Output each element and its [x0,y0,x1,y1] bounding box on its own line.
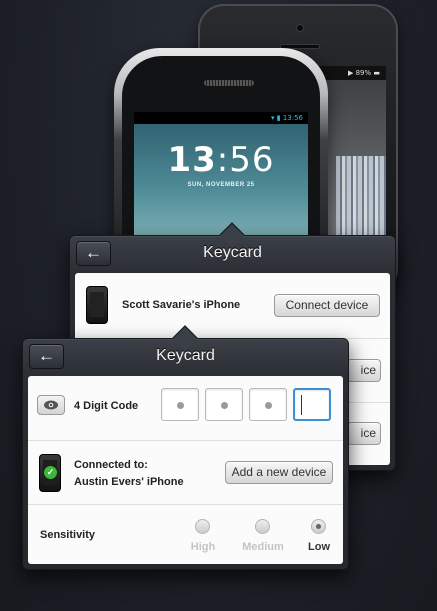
sensitivity-low-label: Low [308,541,330,553]
front-popover-body: 4 Digit Code ✓ Connected to: Austin Ever… [28,376,343,564]
lockscreen-clock: 13:56 [134,140,308,180]
device-row: Scott Savarie's iPhone Connect device [75,273,390,339]
phone-icon [86,286,108,324]
check-icon: ✓ [44,466,57,479]
sensitivity-low-radio[interactable] [311,519,326,534]
sensitivity-medium-radio[interactable] [255,519,270,534]
connected-to-label: Connected to: [74,459,148,471]
code-digit-4[interactable] [293,388,331,421]
partial-button[interactable]: ice [347,359,381,382]
phone-icon: ✓ [39,454,61,492]
code-label: 4 Digit Code [74,400,139,412]
front-keycard-popover: ← Keycard 4 Digit Code ✓ Connected to: A… [22,325,349,570]
sensitivity-high-radio[interactable] [195,519,210,534]
sensitivity-medium-label: Medium [242,541,284,553]
clock-minute: :56 [216,140,275,180]
sensitivity-high-label: High [190,541,216,553]
device-name: Scott Savarie's iPhone [122,299,241,311]
connection-row: ✓ Connected to: Austin Evers' iPhone Add… [28,441,343,505]
connect-device-button[interactable]: Connect device [274,294,380,317]
show-code-button[interactable] [37,395,65,415]
back-popover-title: Keycard [203,244,262,261]
front-popover-title: Keycard [156,347,215,364]
add-new-device-button[interactable]: Add a new device [225,461,333,484]
code-digit-3[interactable] [249,388,287,421]
code-digit-1[interactable] [161,388,199,421]
camera [296,24,304,32]
connected-device-name: Austin Evers' iPhone [74,476,184,488]
lockscreen-date: SUN, NOVEMBER 25 [187,182,255,188]
sensitivity-label: Sensitivity [40,529,96,541]
code-row: 4 Digit Code [28,376,343,441]
code-digit-2[interactable] [205,388,243,421]
sensitivity-row: Sensitivity High Medium Low [28,505,343,564]
android-status-bar: ▾ ▮ 13:56 [134,112,308,124]
front-popover-header: ← Keycard [23,339,348,373]
android-speaker [204,80,254,86]
clock-hour: 13 [167,140,217,180]
eye-icon [44,400,58,410]
partial-button[interactable]: ice [347,422,381,445]
back-popover-header: ← Keycard [70,236,395,270]
